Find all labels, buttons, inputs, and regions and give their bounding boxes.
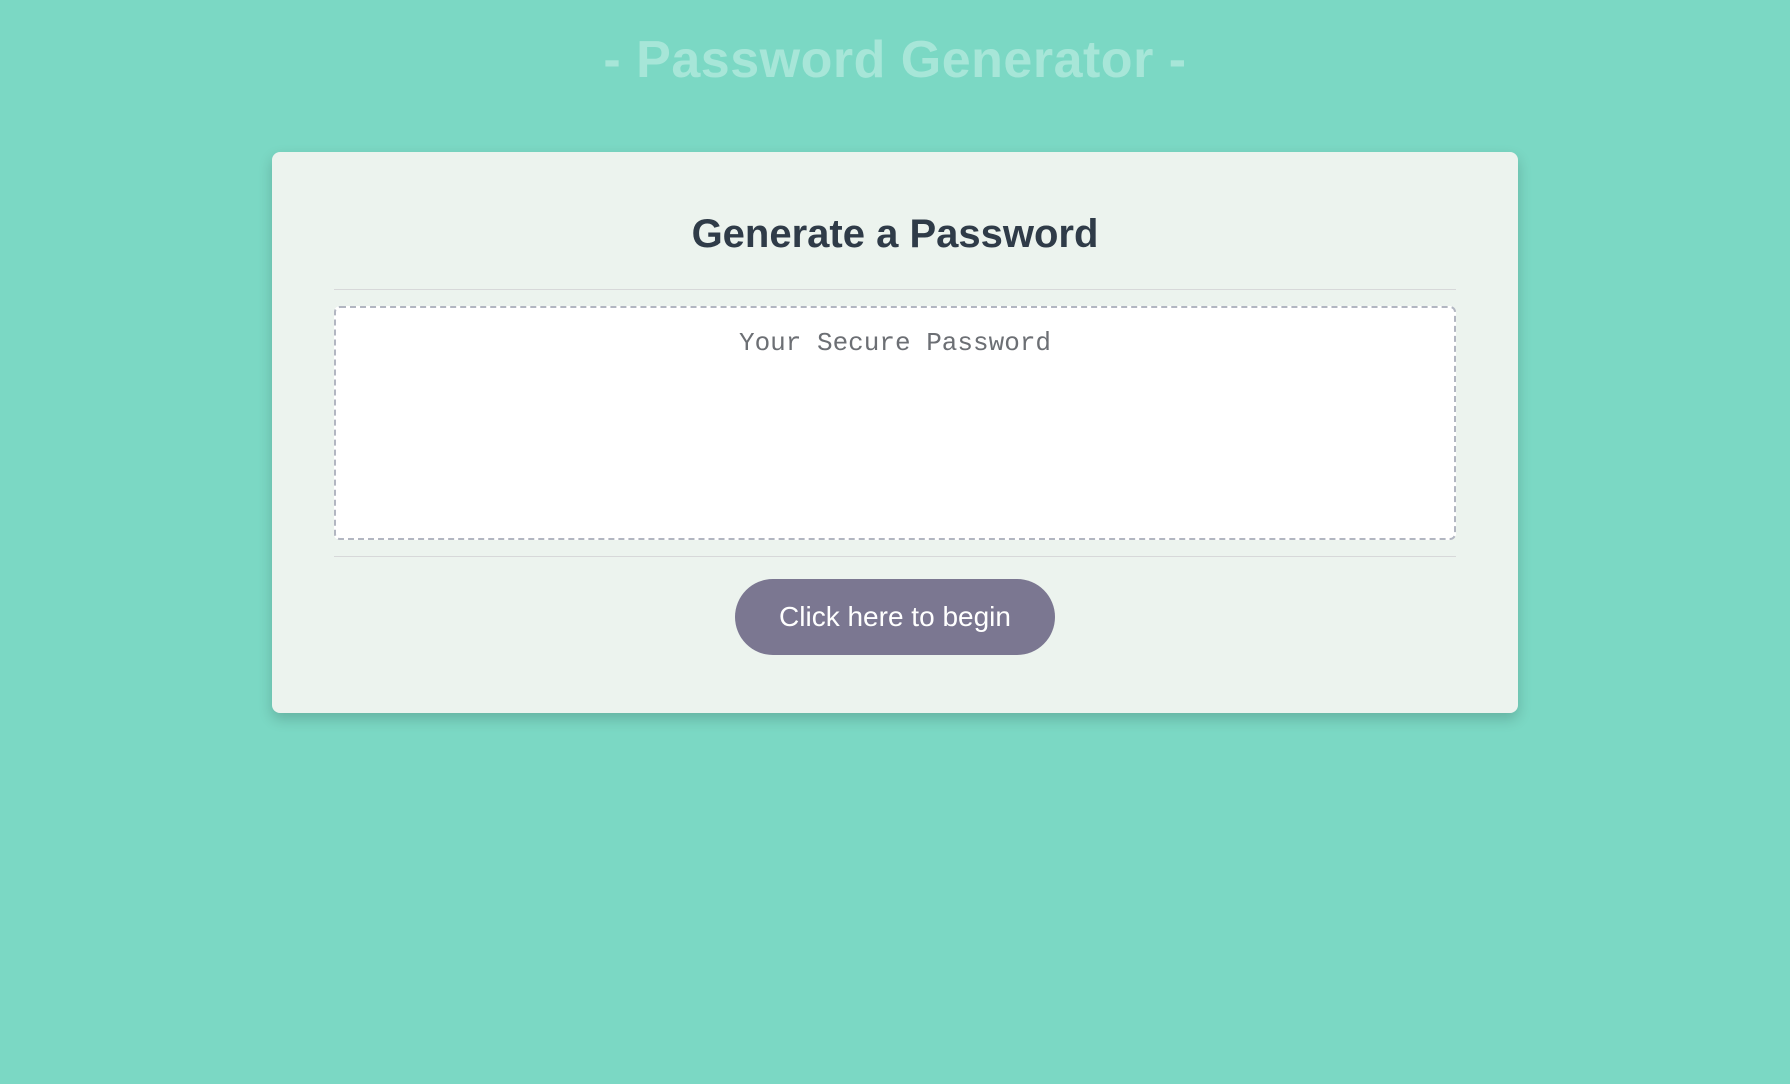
generate-button[interactable]: Click here to begin	[735, 579, 1055, 655]
generator-card: Generate a Password Click here to begin	[272, 152, 1518, 713]
divider-top	[334, 289, 1456, 290]
card-heading: Generate a Password	[334, 212, 1456, 257]
password-output[interactable]	[334, 306, 1456, 540]
divider-bottom	[334, 556, 1456, 557]
page-title: - Password Generator -	[0, 30, 1790, 90]
